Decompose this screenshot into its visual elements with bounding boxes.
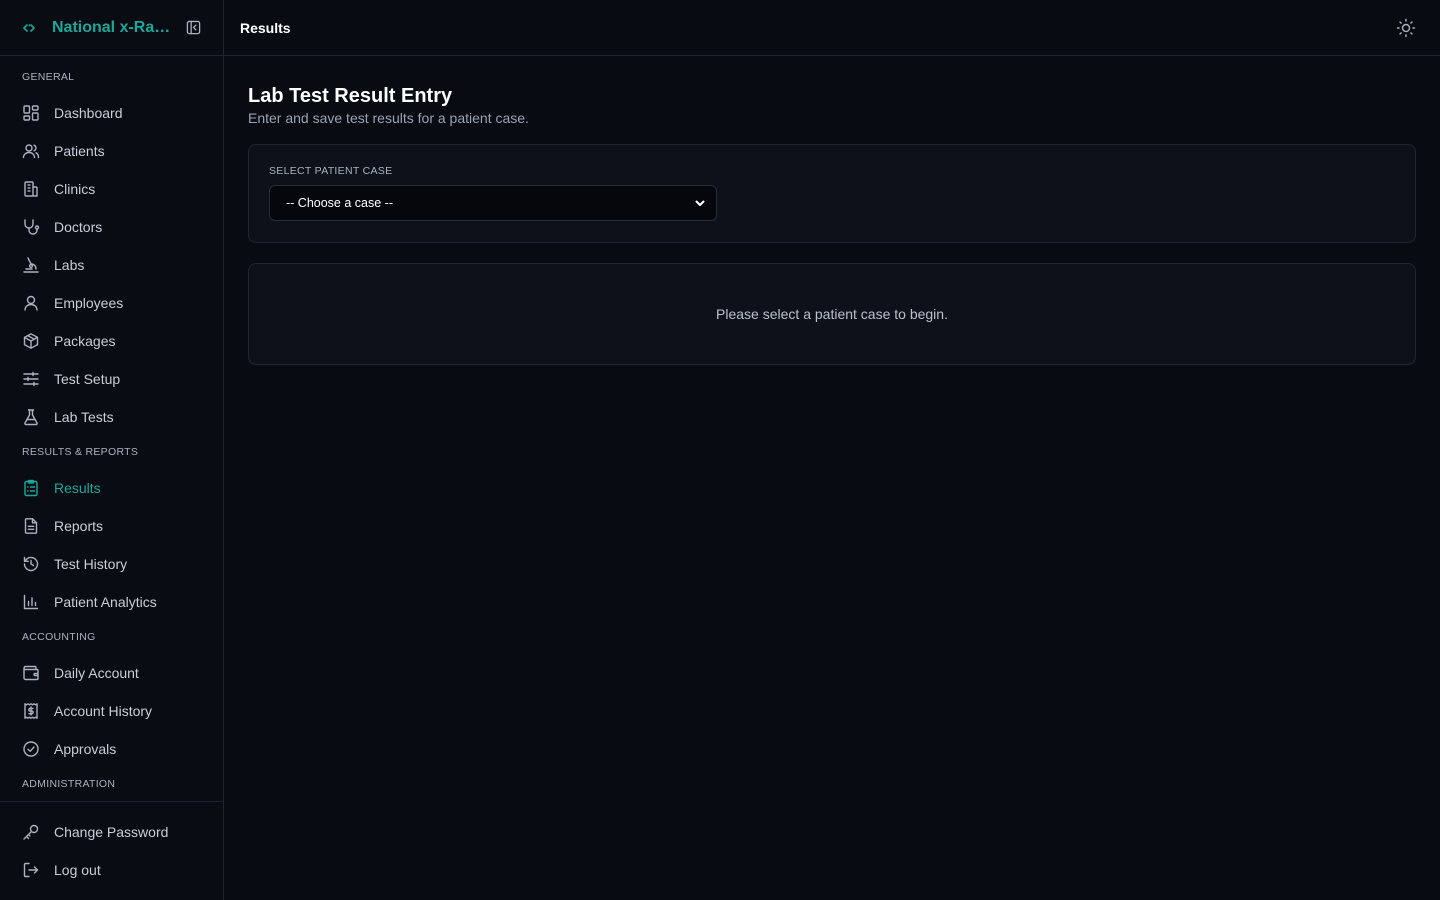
package-icon xyxy=(22,332,40,350)
file-text-icon xyxy=(22,517,40,535)
app-root: National x-Ray... General Dashboard xyxy=(0,0,1440,900)
sidebar-item-doctors[interactable]: Doctors xyxy=(0,208,223,246)
logout-label: Log out xyxy=(54,862,101,878)
microscope-icon xyxy=(22,256,40,274)
dashboard-icon xyxy=(22,104,40,122)
sidebar-item-label: Dashboard xyxy=(54,105,123,121)
sidebar-item-results[interactable]: Results xyxy=(0,469,223,507)
sidebar-item-test-history[interactable]: Test History xyxy=(0,545,223,583)
section-label: Administration xyxy=(22,778,116,790)
sidebar-item-employees[interactable]: Employees xyxy=(0,284,223,322)
brand-header: National x-Ray... xyxy=(0,0,223,56)
history-icon xyxy=(22,555,40,573)
change-password-button[interactable]: Change Password xyxy=(0,813,223,851)
theme-toggle-sun-icon[interactable] xyxy=(1396,18,1416,38)
sidebar-item-patients[interactable]: Patients xyxy=(0,132,223,170)
sidebar-item-patient-analytics[interactable]: Patient Analytics xyxy=(0,583,223,621)
sidebar-item-test-setup[interactable]: Test Setup xyxy=(0,360,223,398)
sidebar-item-daily-account[interactable]: Daily Account xyxy=(0,654,223,692)
nav-section-accounting: Accounting Daily Account Account History xyxy=(0,630,223,768)
sidebar: National x-Ray... General Dashboard xyxy=(0,0,224,900)
check-circle-icon xyxy=(22,740,40,758)
section-label: Accounting xyxy=(22,631,96,643)
chevron-down-icon xyxy=(694,197,706,209)
sidebar-item-dashboard[interactable]: Dashboard xyxy=(0,94,223,132)
page-subtitle: Enter and save test results for a patien… xyxy=(248,110,529,126)
breadcrumb: Results xyxy=(240,19,291,36)
empty-state-card: Please select a patient case to begin. xyxy=(248,263,1416,365)
page-content: Lab Test Result Entry Enter and save tes… xyxy=(224,56,1440,365)
nav-section-results-reports: Results & Reports Results Reports xyxy=(0,445,223,621)
sidebar-item-clinics[interactable]: Clinics xyxy=(0,170,223,208)
wallet-icon xyxy=(22,664,40,682)
change-password-label: Change Password xyxy=(54,824,169,840)
code-brackets-icon xyxy=(22,20,38,36)
sidebar-item-label: Packages xyxy=(54,333,116,349)
sidebar-collapse-icon[interactable] xyxy=(186,20,201,36)
case-select-card: Select Patient Case -- Choose a case -- xyxy=(248,144,1416,243)
sidebar-item-label: Doctors xyxy=(54,219,103,235)
user-icon xyxy=(22,294,40,312)
sidebar-item-label: Clinics xyxy=(54,181,96,197)
sidebar-item-label: Test Setup xyxy=(54,371,121,387)
section-label: General xyxy=(22,71,75,83)
sidebar-item-reports[interactable]: Reports xyxy=(0,507,223,545)
sidebar-item-approvals[interactable]: Approvals xyxy=(0,730,223,768)
sidebar-item-label: Patients xyxy=(54,143,105,159)
section-label: Results & Reports xyxy=(22,446,139,458)
case-select-value: -- Choose a case -- xyxy=(286,196,393,210)
users-icon xyxy=(22,142,40,160)
sliders-icon xyxy=(22,370,40,388)
stethoscope-icon xyxy=(22,218,40,236)
sidebar-item-label: Daily Account xyxy=(54,665,139,681)
nav-section-administration: Administration xyxy=(0,777,223,792)
bar-chart-icon xyxy=(22,593,40,611)
sidebar-item-label: Reports xyxy=(54,518,104,534)
logout-icon xyxy=(22,861,40,879)
sidebar-item-label: Labs xyxy=(54,257,85,273)
sidebar-item-label: Lab Tests xyxy=(54,409,114,425)
sidebar-item-account-history[interactable]: Account History xyxy=(0,692,223,730)
sidebar-item-label: Test History xyxy=(54,556,128,572)
flask-icon xyxy=(22,408,40,426)
clipboard-list-icon xyxy=(22,479,40,497)
empty-state-message: Please select a patient case to begin. xyxy=(716,306,948,322)
nav-section-general: General Dashboard Patients xyxy=(0,70,223,436)
sidebar-item-label: Employees xyxy=(54,295,124,311)
sidebar-item-packages[interactable]: Packages xyxy=(0,322,223,360)
sidebar-item-label: Results xyxy=(54,480,101,496)
sidebar-item-label: Patient Analytics xyxy=(54,594,157,610)
case-select[interactable]: -- Choose a case -- xyxy=(269,185,717,221)
sidebar-item-lab-tests[interactable]: Lab Tests xyxy=(0,398,223,436)
brand-name[interactable]: National x-Ray... xyxy=(52,19,172,37)
sidebar-nav: General Dashboard Patients xyxy=(0,56,223,792)
receipt-dollar-icon xyxy=(22,702,40,720)
key-icon xyxy=(22,823,40,841)
page-title: Lab Test Result Entry xyxy=(248,85,453,107)
building-icon xyxy=(22,180,40,198)
case-select-label: Select Patient Case xyxy=(269,165,393,177)
logout-button[interactable]: Log out xyxy=(0,851,223,889)
top-bar: Results xyxy=(224,0,1440,56)
sidebar-item-labs[interactable]: Labs xyxy=(0,246,223,284)
sidebar-item-label: Approvals xyxy=(54,741,117,757)
main-area: Results Lab Test Result Entry Enter and … xyxy=(224,0,1440,900)
sidebar-footer: Change Password Log out xyxy=(0,801,223,900)
sidebar-item-label: Account History xyxy=(54,703,153,719)
